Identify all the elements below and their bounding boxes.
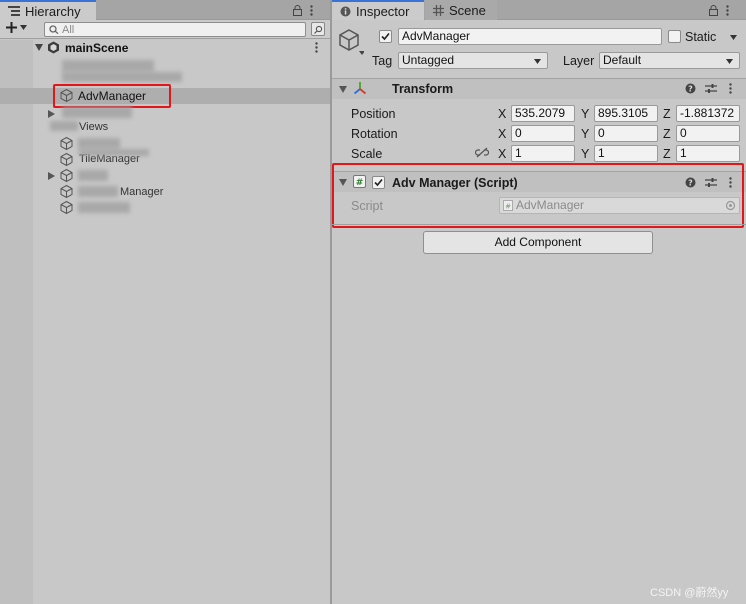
chevron-down-icon (726, 59, 733, 64)
create-button[interactable] (6, 22, 27, 33)
plus-icon (6, 22, 17, 33)
grid-icon (433, 4, 444, 16)
search-placeholder: All (62, 23, 75, 36)
tag-dropdown[interactable]: Untagged (398, 52, 548, 69)
kebab-menu-icon[interactable] (726, 4, 729, 16)
transform-title: Transform (392, 82, 454, 96)
scene-row[interactable]: mainScene (0, 40, 330, 56)
blurred-row (79, 149, 149, 156)
rotation-z-field[interactable]: 0 (676, 125, 740, 142)
rotation-z-label[interactable]: Z (663, 127, 671, 141)
constrain-proportions-icon[interactable] (475, 147, 489, 158)
foldout-arrow-icon[interactable] (339, 86, 347, 93)
chevron-down-icon[interactable] (730, 35, 737, 40)
hierarchy-row-partial-3[interactable]: Manager (120, 186, 163, 198)
hierarchy-search-input[interactable]: All (44, 22, 306, 37)
svg-text:?: ? (688, 85, 693, 94)
position-x-field[interactable]: 535.2079 (511, 105, 575, 122)
tab-scene[interactable]: Scene (425, 0, 497, 20)
scale-y-label[interactable]: Y (581, 147, 589, 161)
info-icon (340, 6, 351, 17)
gameobject-cube-icon (60, 201, 73, 214)
expand-arrow-icon[interactable] (48, 172, 55, 180)
static-checkbox[interactable] (668, 30, 681, 43)
presets-icon[interactable] (705, 83, 717, 94)
gameobject-cube-icon (60, 169, 73, 182)
rotation-x-field[interactable]: 0 (511, 125, 575, 142)
position-z-field[interactable]: -1.881372 (676, 105, 740, 122)
blurred-row (78, 138, 120, 149)
hierarchy-row-partial-1[interactable]: Views (79, 121, 108, 133)
gameobject-cube-icon (60, 89, 73, 102)
object-name-field[interactable]: AdvManager (398, 28, 662, 45)
kebab-menu-icon[interactable] (310, 4, 313, 16)
blurred-row (50, 121, 78, 131)
rotation-label: Rotation (351, 127, 398, 141)
gameobject-cube-icon (60, 185, 73, 198)
search-icon (49, 25, 59, 34)
static-label: Static (685, 30, 717, 44)
kebab-menu-icon[interactable] (729, 83, 732, 94)
inspector-panel: Inspector Scene AdvManager Static Tag Un… (332, 0, 746, 604)
gameobject-cube-icon (60, 137, 73, 150)
layer-value: Default (603, 53, 642, 67)
scale-y-field[interactable]: 1 (594, 145, 658, 162)
gameobject-large-icon[interactable] (338, 28, 364, 56)
hierarchy-gutter (0, 40, 33, 604)
blurred-row (62, 60, 154, 72)
add-component-button[interactable]: Add Component (423, 231, 653, 254)
chevron-down-icon (534, 59, 541, 64)
tag-label: Tag (372, 54, 393, 68)
hierarchy-tab-icon (8, 6, 20, 16)
tab-inspector[interactable]: Inspector (332, 0, 424, 20)
tag-value: Untagged (402, 53, 455, 67)
expand-arrow-icon[interactable] (48, 110, 55, 118)
position-y-label[interactable]: Y (581, 107, 589, 121)
position-x-label[interactable]: X (498, 107, 506, 121)
help-icon[interactable]: ? (685, 83, 696, 94)
gameobject-cube-icon (60, 153, 73, 166)
watermark: CSDN @蔚然yy (650, 587, 729, 599)
chevron-down-icon (20, 25, 27, 30)
inspector-tab-label: Inspector (356, 3, 410, 19)
search-scene-icon (314, 25, 323, 34)
blurred-row (62, 106, 132, 118)
position-z-label[interactable]: Z (663, 107, 671, 121)
tab-hierarchy[interactable]: Hierarchy (0, 0, 96, 20)
layer-label: Layer (563, 54, 595, 68)
scale-z-field[interactable]: 1 (676, 145, 740, 162)
lock-icon[interactable] (709, 4, 718, 16)
blurred-row (62, 72, 182, 82)
unity-scene-icon (47, 41, 60, 54)
scale-x-field[interactable]: 1 (511, 145, 575, 162)
layer-dropdown[interactable]: Default (599, 52, 740, 69)
selected-object-label: AdvManager (78, 89, 147, 103)
scale-label: Scale (351, 147, 383, 161)
hierarchy-tab-label: Hierarchy (25, 3, 81, 19)
blurred-row (78, 202, 130, 213)
scene-tab-label: Scene (449, 2, 486, 18)
expand-arrow-icon[interactable] (35, 44, 43, 51)
transform-axes-icon (353, 81, 367, 95)
active-checkbox[interactable] (379, 30, 392, 43)
rotation-y-field[interactable]: 0 (594, 125, 658, 142)
position-label: Position (351, 107, 396, 121)
scale-x-label[interactable]: X (498, 147, 506, 161)
blurred-row (78, 170, 108, 181)
hierarchy-panel: Hierarchy All mainScene AdvManager Views… (0, 0, 330, 604)
inspector-tab-controls (709, 2, 729, 18)
rotation-y-label[interactable]: Y (581, 127, 589, 141)
scale-z-label[interactable]: Z (663, 147, 671, 161)
blurred-row (78, 186, 118, 197)
highlight-box-script-component (332, 163, 744, 228)
scene-visibility-button[interactable] (311, 22, 325, 36)
rotation-x-label[interactable]: X (498, 127, 506, 141)
lock-icon[interactable] (293, 4, 302, 16)
separator (332, 224, 746, 225)
hierarchy-tab-controls (293, 2, 313, 18)
scene-kebab-icon[interactable] (315, 42, 318, 53)
position-y-field[interactable]: 895.3105 (594, 105, 658, 122)
scene-name: mainScene (65, 41, 129, 55)
